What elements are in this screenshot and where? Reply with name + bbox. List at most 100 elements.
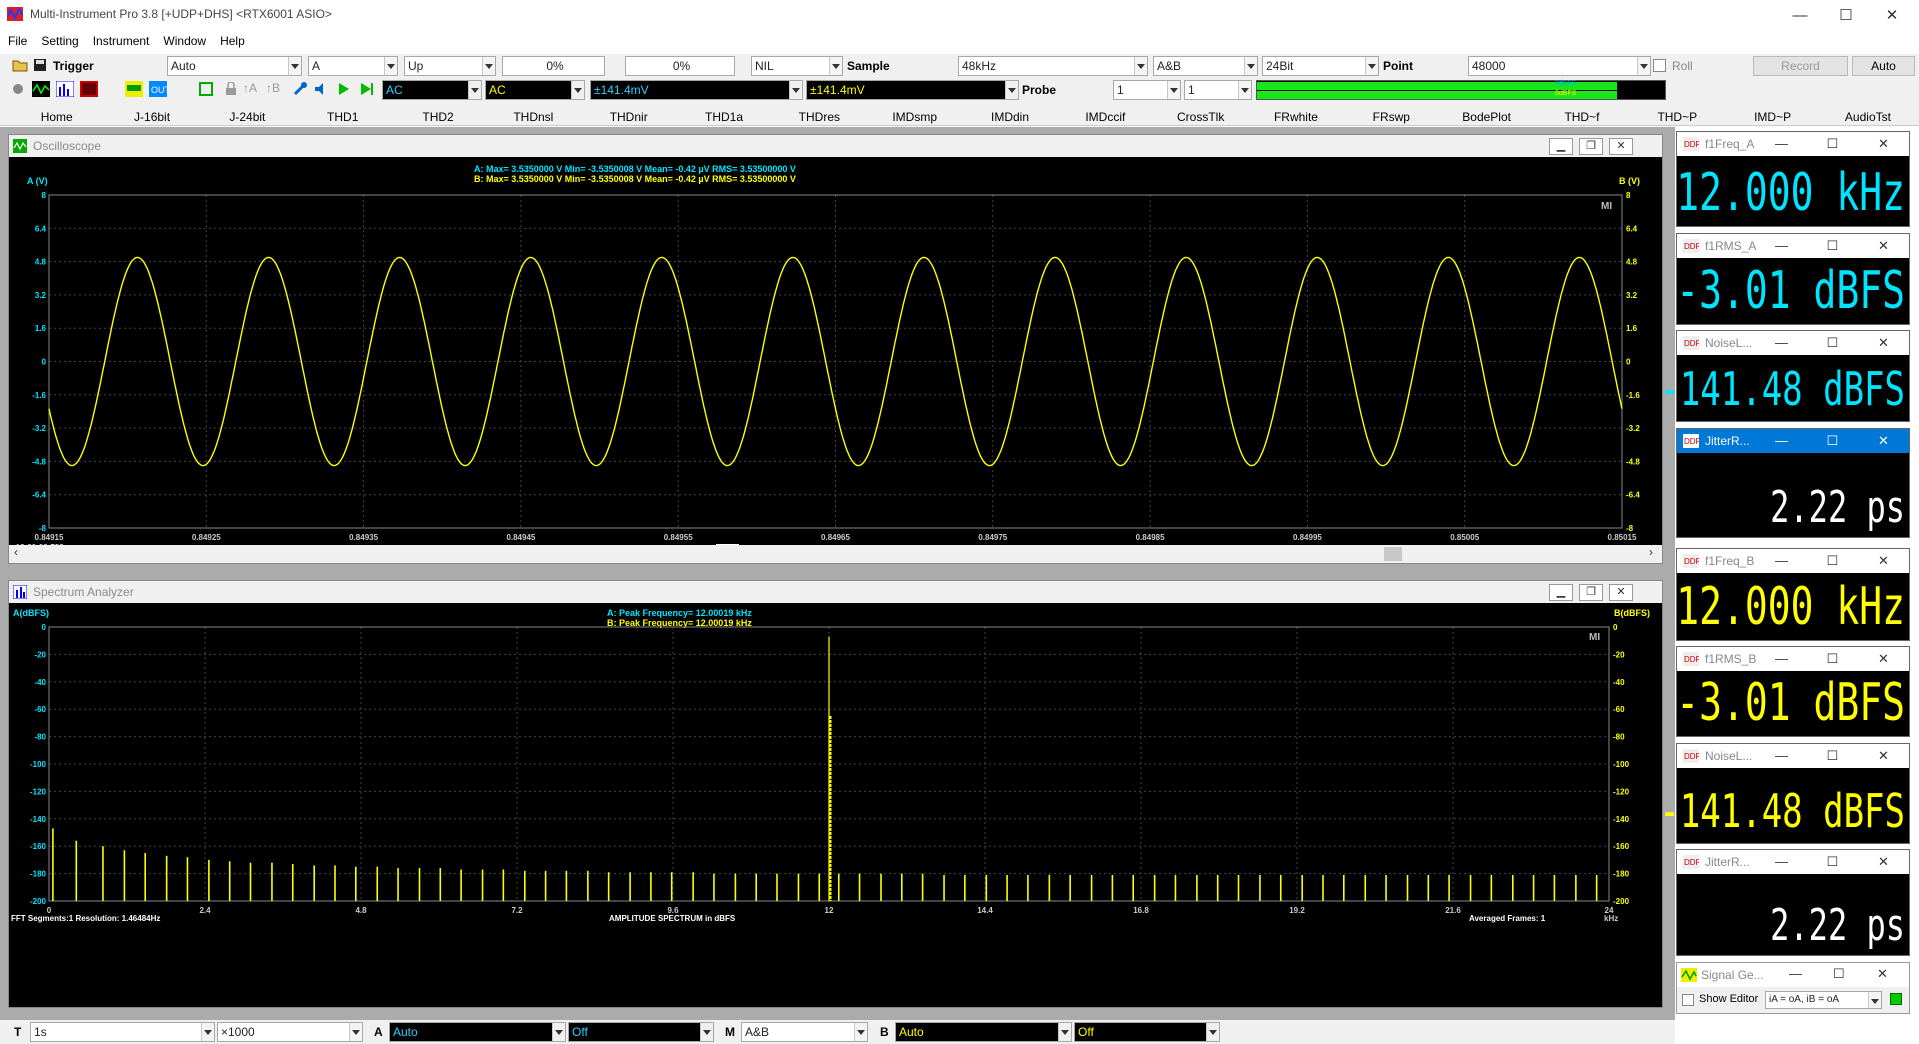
- readout-titlebar[interactable]: DDP NoiseL... — ☐ ✕: [1677, 331, 1909, 355]
- tab-j-16bit[interactable]: J-16bit: [109, 110, 194, 124]
- readout-titlebar[interactable]: DDP NoiseL... — ☐ ✕: [1677, 744, 1909, 768]
- readout-titlebar[interactable]: DDP f1RMS_B — ☐ ✕: [1677, 647, 1909, 671]
- readout-minimize-button[interactable]: —: [1756, 331, 1807, 355]
- readout-minimize-button[interactable]: —: [1756, 744, 1807, 768]
- tab-thdres[interactable]: THDres: [777, 110, 862, 124]
- menu-help[interactable]: Help: [213, 34, 252, 48]
- readout-close-button[interactable]: ✕: [1858, 132, 1909, 156]
- readout-titlebar[interactable]: DDP f1Freq_B — ☐ ✕: [1677, 549, 1909, 573]
- tab-imddin[interactable]: IMDdin: [967, 110, 1052, 124]
- trigger-channel-select[interactable]: A: [308, 56, 398, 76]
- tab-imdsmp[interactable]: IMDsmp: [872, 110, 957, 124]
- readout-minimize-button[interactable]: —: [1756, 549, 1807, 573]
- tab-thd-p[interactable]: THD~P: [1635, 110, 1720, 124]
- readout-close-button[interactable]: ✕: [1858, 429, 1909, 453]
- signal-generator-minimize-button[interactable]: —: [1789, 966, 1802, 981]
- open-folder-icon[interactable]: [12, 58, 28, 72]
- readout-minimize-button[interactable]: —: [1756, 429, 1807, 453]
- readout-close-button[interactable]: ✕: [1858, 234, 1909, 258]
- readout-maximize-button[interactable]: ☐: [1807, 132, 1858, 156]
- channels-select[interactable]: A&B: [1153, 56, 1258, 76]
- trigger-level-stepper[interactable]: 0%: [502, 56, 605, 76]
- minimize-button[interactable]: —: [1777, 0, 1823, 30]
- play-once-icon[interactable]: [359, 82, 375, 96]
- show-editor-checkbox[interactable]: [1682, 994, 1694, 1006]
- tab-thdnir[interactable]: THDnir: [586, 110, 671, 124]
- multimeter-icon[interactable]: [125, 81, 143, 97]
- range-a-select[interactable]: ±141.4mV: [590, 80, 803, 100]
- play-icon[interactable]: [337, 82, 351, 96]
- channel-b-option-select[interactable]: Off: [1074, 1022, 1220, 1042]
- oscilloscope-close-button[interactable]: ✕: [1609, 138, 1633, 155]
- tab-thd-f[interactable]: THD~f: [1539, 110, 1624, 124]
- tab-frswp[interactable]: FRswp: [1349, 110, 1434, 124]
- oscilloscope-scrollbar[interactable]: ‹ ›: [9, 545, 1662, 563]
- device-test-icon[interactable]: [198, 81, 214, 97]
- readout-minimize-button[interactable]: —: [1756, 850, 1807, 874]
- oscilloscope-plot[interactable]: A: Max= 3.5350000 V Min= -3.5350008 V Me…: [9, 157, 1662, 545]
- tab-thd1a[interactable]: THD1a: [681, 110, 766, 124]
- readout-titlebar[interactable]: DDP f1RMS_A — ☐ ✕: [1677, 234, 1909, 258]
- scroll-thumb[interactable]: [1384, 547, 1402, 561]
- tab-frwhite[interactable]: FRwhite: [1253, 110, 1338, 124]
- readout-close-button[interactable]: ✕: [1858, 744, 1909, 768]
- signal-generator-close-button[interactable]: ✕: [1877, 966, 1888, 982]
- readout-titlebar[interactable]: DDP JitterR... — ☐ ✕: [1677, 429, 1909, 453]
- tab-thd1[interactable]: THD1: [300, 110, 385, 124]
- time-base-select[interactable]: 1s: [30, 1022, 215, 1042]
- tab-crosstlk[interactable]: CrossTlk: [1158, 110, 1243, 124]
- spectrum-close-button[interactable]: ✕: [1609, 584, 1633, 601]
- readout-titlebar[interactable]: DDP JitterR... — ☐ ✕: [1677, 850, 1909, 874]
- readout-maximize-button[interactable]: ☐: [1807, 647, 1858, 671]
- tab-imdccif[interactable]: IMDccif: [1063, 110, 1148, 124]
- maximize-button[interactable]: ☐: [1823, 0, 1869, 30]
- cursor-a-icon[interactable]: ↑A: [243, 81, 257, 95]
- routing-select[interactable]: iA = oA, iB = oA: [1765, 991, 1882, 1009]
- tab-thd2[interactable]: THD2: [395, 110, 480, 124]
- readout-minimize-button[interactable]: —: [1756, 132, 1807, 156]
- channel-b-scale-select[interactable]: Auto: [895, 1022, 1072, 1042]
- scroll-right-icon[interactable]: ›: [1649, 545, 1653, 559]
- readout-minimize-button[interactable]: —: [1756, 234, 1807, 258]
- readout-maximize-button[interactable]: ☐: [1807, 850, 1858, 874]
- menu-window[interactable]: Window: [156, 34, 213, 48]
- readout-close-button[interactable]: ✕: [1858, 549, 1909, 573]
- coupling-b-select[interactable]: AC: [485, 80, 585, 100]
- signal-generator-maximize-button[interactable]: ☐: [1833, 966, 1845, 982]
- readout-minimize-button[interactable]: —: [1756, 647, 1807, 671]
- sample-rate-select[interactable]: 48kHz: [958, 56, 1148, 76]
- spectrum-plot[interactable]: A: Peak Frequency= 12.00019 kHzB: Peak F…: [9, 603, 1662, 1007]
- range-b-select[interactable]: ±141.4mV: [806, 80, 1019, 100]
- coupling-a-select[interactable]: AC: [382, 80, 482, 100]
- readout-maximize-button[interactable]: ☐: [1807, 331, 1858, 355]
- math-select[interactable]: A&B: [741, 1022, 868, 1042]
- trigger-mode-select[interactable]: Auto: [167, 56, 302, 76]
- trigger-delay-stepper[interactable]: 0%: [625, 56, 735, 76]
- dds-generator-icon[interactable]: OUT: [149, 81, 167, 97]
- tab-imd-p[interactable]: IMD~P: [1730, 110, 1815, 124]
- trigger-edge-select[interactable]: Up: [404, 56, 496, 76]
- scroll-left-icon[interactable]: ‹: [14, 545, 18, 559]
- oscilloscope-icon[interactable]: [32, 81, 50, 97]
- record-button[interactable]: Record: [1753, 56, 1848, 76]
- readout-titlebar[interactable]: DDP f1Freq_A — ☐ ✕: [1677, 132, 1909, 156]
- zoom-select[interactable]: ×1000: [217, 1022, 363, 1042]
- channel-a-scale-select[interactable]: Auto: [389, 1022, 566, 1042]
- oscilloscope-minimize-button[interactable]: ▁: [1549, 138, 1573, 155]
- readout-close-button[interactable]: ✕: [1858, 647, 1909, 671]
- roll-checkbox[interactable]: [1653, 59, 1666, 72]
- probe-b-select[interactable]: 1: [1184, 80, 1252, 100]
- tab-j-24bit[interactable]: J-24bit: [205, 110, 290, 124]
- close-button[interactable]: ✕: [1869, 0, 1915, 30]
- spectroscope-icon[interactable]: [80, 81, 98, 97]
- readout-maximize-button[interactable]: ☐: [1807, 744, 1858, 768]
- readout-close-button[interactable]: ✕: [1858, 850, 1909, 874]
- bits-select[interactable]: 24Bit: [1262, 56, 1379, 76]
- spectrum-analyzer-icon[interactable]: [56, 81, 74, 97]
- calibration-icon[interactable]: [292, 81, 308, 97]
- nil-select[interactable]: NIL: [751, 56, 843, 76]
- oscilloscope-restore-button[interactable]: ❐: [1579, 138, 1603, 155]
- stop-icon[interactable]: [12, 83, 24, 95]
- readout-close-button[interactable]: ✕: [1858, 331, 1909, 355]
- channel-a-option-select[interactable]: Off: [568, 1022, 714, 1042]
